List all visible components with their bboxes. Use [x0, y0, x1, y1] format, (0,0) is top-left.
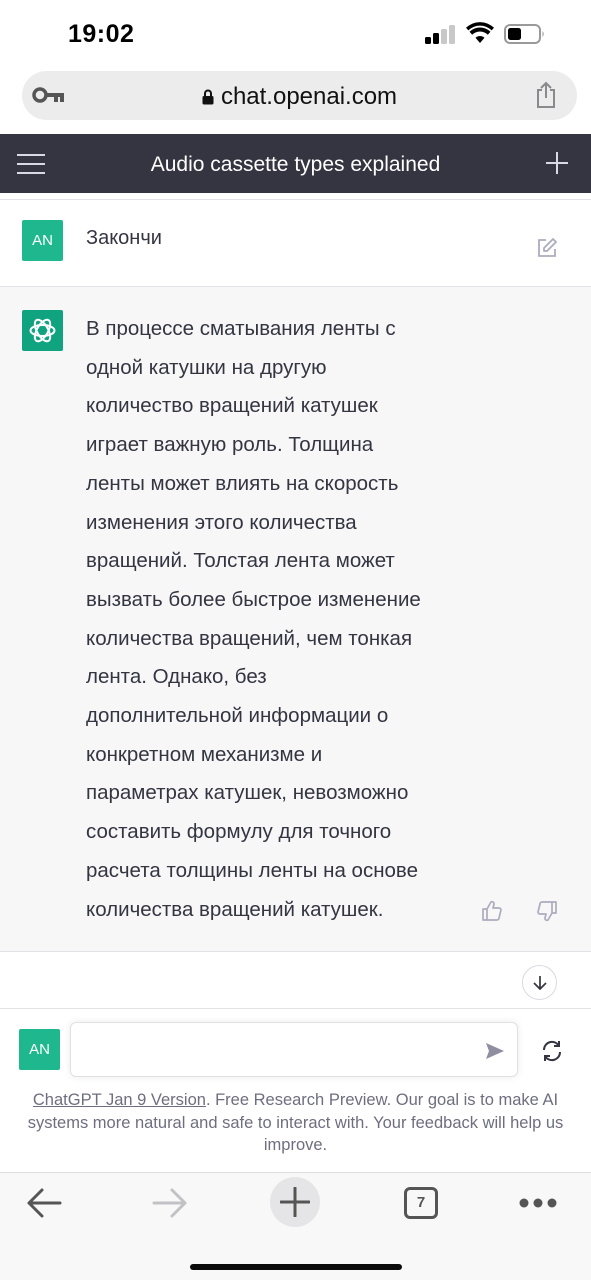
composer-user-avatar: AN [19, 1029, 60, 1070]
battery-icon [504, 24, 544, 44]
assistant-text-line: вызвать более быстрое изменение [86, 587, 421, 611]
thumbs-down-icon[interactable] [536, 900, 558, 922]
assistant-text-line: ленты может влиять на скорость [86, 471, 399, 495]
url-bar[interactable]: chat.openai.com [22, 71, 577, 120]
assistant-text-line: дополнительной информации о [86, 704, 389, 728]
user-avatar: AN [22, 220, 63, 261]
user-message: AN Закончи [0, 199, 591, 287]
assistant-text-line: расчета толщины ленты на основе [86, 858, 418, 882]
browser-toolbar: 7 [0, 1172, 591, 1280]
arrow-down-icon [533, 976, 547, 991]
app-header: Audio cassette types explained [0, 134, 591, 193]
openai-logo-icon [22, 310, 63, 351]
status-bar: 19:02 [0, 0, 591, 66]
tabs-button[interactable]: 7 [404, 1187, 438, 1219]
assistant-text-line: количества вращений, чем тонкая [86, 626, 413, 650]
send-icon[interactable] [485, 1041, 505, 1061]
thumbs-up-icon[interactable] [481, 900, 503, 922]
signal-icon [425, 24, 457, 44]
prompt-input[interactable] [81, 1033, 461, 1067]
url-label: chat.openai.com [220, 83, 398, 110]
assistant-text-line: составить формулу для точного [86, 820, 392, 844]
url-text[interactable]: chat.openai.com [22, 83, 577, 111]
conversation-title: Audio cassette types explained [150, 153, 441, 176]
more-icon[interactable] [518, 1197, 558, 1209]
composer: AN ChatGPT Jan 9 Version. Free Research … [0, 1008, 591, 1171]
assistant-message: В процессе сматывания ленты с одной катуш… [0, 287, 591, 952]
assistant-text-line: изменения этого количества [86, 510, 357, 534]
user-message-text: Закончи [86, 227, 162, 249]
plus-icon[interactable] [545, 151, 569, 175]
share-icon[interactable] [535, 81, 557, 109]
status-time: 19:02 [68, 20, 135, 48]
assistant-text-line: В процессе сматывания ленты с [86, 317, 396, 340]
footer-note: ChatGPT Jan 9 Version. Free Research Pre… [12, 1089, 579, 1157]
back-arrow-icon[interactable] [25, 1185, 63, 1221]
regenerate-icon[interactable] [540, 1039, 564, 1063]
assistant-text-line: вращений. Толстая лента может [86, 549, 395, 573]
forward-arrow-icon[interactable] [151, 1185, 189, 1221]
assistant-text-line: количества вращений катушек. [86, 897, 384, 921]
assistant-text-line: одной катушки на другую [86, 355, 327, 379]
version-link[interactable]: ChatGPT Jan 9 Version [33, 1091, 206, 1109]
plus-icon [280, 1187, 310, 1217]
lock-icon [202, 89, 214, 105]
assistant-message-text: В процессе сматывания ленты с одной катуш… [86, 310, 486, 929]
assistant-text-line: конкретном механизме и [86, 742, 323, 766]
assistant-text-line: количество вращений катушек [86, 394, 378, 418]
new-tab-button[interactable] [270, 1177, 320, 1227]
home-indicator [190, 1264, 402, 1270]
scroll-to-bottom-button[interactable] [522, 965, 557, 1000]
assistant-text-line: лента. Однако, без [86, 665, 267, 689]
assistant-text-line: параметрах катушек, невозможно [86, 781, 409, 805]
prompt-box[interactable] [70, 1022, 518, 1077]
assistant-text-line: играет важную роль. Толщина [86, 433, 374, 457]
wifi-icon [466, 22, 494, 43]
edit-icon[interactable] [536, 237, 558, 259]
